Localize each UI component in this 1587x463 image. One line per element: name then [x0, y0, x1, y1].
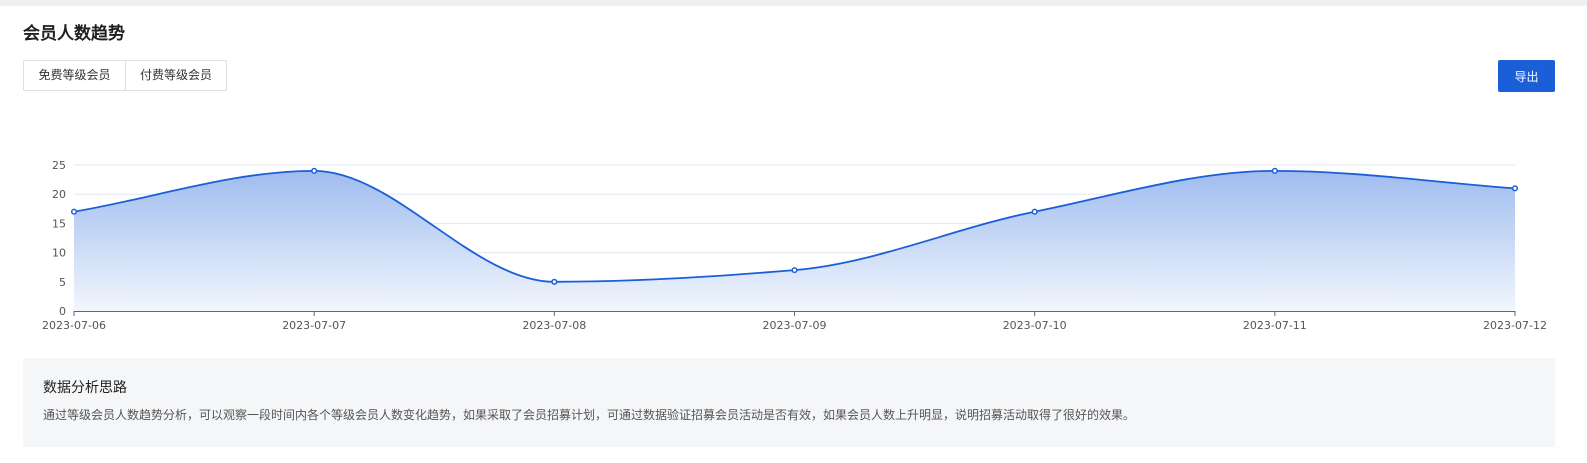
y-tick-label-25: 25 — [52, 159, 66, 172]
y-tick-label-10: 10 — [52, 247, 66, 260]
export-button[interactable]: 导出 — [1498, 60, 1555, 92]
x-tick-label-1: 2023-07-07 — [282, 319, 346, 332]
x-tick-label-6: 2023-07-12 — [1483, 319, 1547, 332]
member-trend-chart-svg: 0 5 10 15 20 25 2023-07-06 2023-07-07 2023-07-08… — [42, 159, 1547, 332]
data-point-1 — [311, 167, 318, 174]
page-title: 会员人数趋势 — [23, 24, 125, 44]
y-tick-label-15: 15 — [52, 217, 66, 230]
x-tick-label-0: 2023-07-06 — [42, 319, 106, 332]
data-point-5 — [1271, 167, 1278, 174]
data-point-0 — [70, 208, 78, 215]
member-level-tabs: 免费等级会员 付费等级会员 — [23, 60, 227, 91]
series-area-fill — [74, 170, 1515, 311]
analysis-text: 通过等级会员人数趋势分析，可以观察一段时间内各个等级会员人数变化趋势，如果采取了… — [43, 408, 1136, 422]
data-point-4 — [1031, 208, 1038, 215]
tab-free-member[interactable]: 免费等级会员 — [24, 61, 125, 90]
x-tick-label-2: 2023-07-08 — [522, 319, 586, 332]
x-tick-label-5: 2023-07-11 — [1243, 319, 1307, 332]
y-tick-label-0: 0 — [59, 305, 66, 318]
x-tick-label-4: 2023-07-10 — [1003, 319, 1067, 332]
top-divider-strip — [0, 0, 1587, 6]
y-tick-label-20: 20 — [52, 188, 66, 201]
member-trend-chart: 0 5 10 15 20 25 2023-07-06 2023-07-07 2023-07-08… — [0, 140, 1587, 345]
y-tick-label-5: 5 — [59, 276, 66, 289]
analysis-panel: 数据分析思路 通过等级会员人数趋势分析，可以观察一段时间内各个等级会员人数变化趋… — [23, 358, 1555, 447]
x-tick-label-3: 2023-07-09 — [763, 319, 827, 332]
data-point-2 — [551, 278, 558, 285]
data-point-3 — [791, 267, 798, 274]
tab-paid-member[interactable]: 付费等级会员 — [125, 61, 226, 90]
analysis-title: 数据分析思路 — [43, 380, 127, 396]
data-point-6 — [1511, 185, 1519, 192]
